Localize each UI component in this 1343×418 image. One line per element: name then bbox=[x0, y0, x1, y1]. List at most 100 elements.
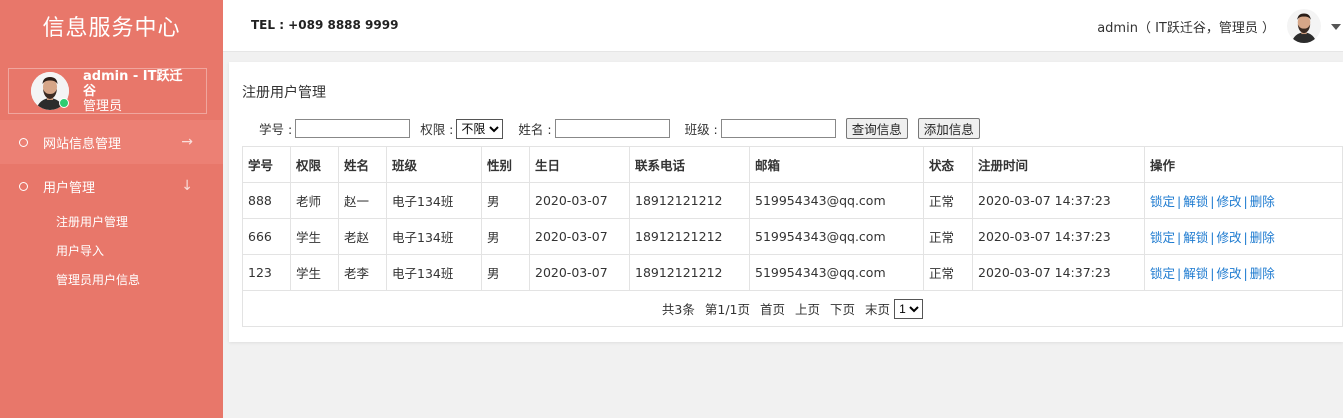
action-separator: | bbox=[1210, 194, 1215, 209]
action-separator: | bbox=[1243, 266, 1248, 281]
sidebar-menu: 网站信息管理 → 用户管理 ↓ 注册用户管理 用户导入 管理员用户信息 bbox=[0, 120, 223, 295]
edit-link[interactable]: 修改 bbox=[1216, 230, 1241, 245]
lock-link[interactable]: 锁定 bbox=[1150, 266, 1175, 281]
column-header: 性别 bbox=[481, 146, 530, 183]
delete-link[interactable]: 删除 bbox=[1250, 194, 1275, 209]
delete-link[interactable]: 删除 bbox=[1250, 266, 1275, 281]
topbar-user-name[interactable]: admin（ IT跃迁谷，管理员 ） bbox=[1097, 17, 1275, 36]
circle-icon bbox=[19, 137, 28, 147]
cell-student-id: 123 bbox=[242, 254, 291, 291]
sidebar-user-name-text: admin - IT跃迁谷 bbox=[83, 68, 183, 99]
unlock-link[interactable]: 解锁 bbox=[1183, 266, 1208, 281]
cell-class: 电子134班 bbox=[386, 182, 482, 219]
cell-birthday: 2020-03-07 bbox=[529, 182, 630, 219]
table-header-row: 学号 权限 姓名 班级 性别 生日 联系电话 邮箱 状态 注册时间 操作 bbox=[242, 146, 1343, 183]
page-title: 注册用户管理 bbox=[242, 85, 326, 101]
sidebar-item-user-management[interactable]: 用户管理 ↓ bbox=[0, 164, 223, 208]
unlock-link[interactable]: 解锁 bbox=[1183, 230, 1208, 245]
sidebar-item-label: 用户管理 bbox=[43, 180, 96, 196]
student-id-label: 学号 : bbox=[259, 122, 293, 137]
submenu-item-registered-users[interactable]: 注册用户管理 bbox=[0, 208, 223, 237]
cell-status: 正常 bbox=[923, 218, 973, 255]
column-header: 联系电话 bbox=[629, 146, 750, 183]
main-panel: 注册用户管理 学号 : 权限 : 不限 姓名 : 班级 : 查询信息 添加信息 … bbox=[229, 62, 1343, 342]
cell-status: 正常 bbox=[923, 182, 973, 219]
sidebar-user-card[interactable]: admin - IT跃迁谷 管理员 bbox=[8, 68, 207, 114]
cell-name: 赵一 bbox=[338, 182, 387, 219]
cell-name: 老赵 bbox=[338, 218, 387, 255]
pager-first-link[interactable]: 首页 bbox=[760, 299, 785, 318]
role-select[interactable]: 不限 bbox=[456, 118, 504, 139]
arrow-right-icon: → bbox=[181, 134, 193, 150]
cell-gender: 男 bbox=[481, 254, 530, 291]
column-header: 注册时间 bbox=[972, 146, 1145, 183]
cell-class: 电子134班 bbox=[386, 254, 482, 291]
lock-link[interactable]: 锁定 bbox=[1150, 194, 1175, 209]
action-separator: | bbox=[1210, 266, 1215, 281]
cell-name: 老李 bbox=[338, 254, 387, 291]
search-button[interactable]: 查询信息 bbox=[845, 118, 908, 139]
cell-class: 电子134班 bbox=[386, 218, 482, 255]
cell-email: 519954343@qq.com bbox=[749, 182, 924, 219]
unlock-link[interactable]: 解锁 bbox=[1183, 194, 1208, 209]
delete-link[interactable]: 删除 bbox=[1250, 230, 1275, 245]
online-status-dot bbox=[59, 98, 69, 108]
cell-role: 学生 bbox=[290, 254, 339, 291]
sidebar-item-site-info[interactable]: 网站信息管理 → bbox=[0, 120, 223, 164]
cell-register-time: 2020-03-07 14:37:23 bbox=[972, 254, 1145, 291]
sidebar-item-label: 网站信息管理 bbox=[43, 136, 122, 152]
cell-actions: 锁定 | 解锁 | 修改 | 删除 bbox=[1144, 182, 1343, 219]
column-header: 邮箱 bbox=[749, 146, 924, 183]
cell-gender: 男 bbox=[481, 218, 530, 255]
pager-prev-link[interactable]: 上页 bbox=[795, 299, 820, 318]
column-header: 状态 bbox=[923, 146, 973, 183]
submenu-item-user-import[interactable]: 用户导入 bbox=[0, 237, 223, 266]
pager-total: 共3条 bbox=[661, 302, 695, 317]
table-row: 123 学生 老李 电子134班 男 2020-03-07 1891212121… bbox=[242, 254, 1343, 291]
brand-title: 信息服务中心 bbox=[42, 16, 181, 41]
column-header: 姓名 bbox=[338, 146, 387, 183]
cell-register-time: 2020-03-07 14:37:23 bbox=[972, 182, 1145, 219]
pager-next-link[interactable]: 下页 bbox=[830, 299, 855, 318]
column-header: 学号 bbox=[242, 146, 291, 183]
cell-email: 519954343@qq.com bbox=[749, 218, 924, 255]
topbar: TEL : +089 8888 9999 admin（ IT跃迁谷，管理员 ） bbox=[223, 0, 1343, 52]
edit-link[interactable]: 修改 bbox=[1216, 194, 1241, 209]
column-header: 生日 bbox=[529, 146, 630, 183]
topbar-avatar[interactable] bbox=[1287, 9, 1321, 43]
submenu-item-admin-info[interactable]: 管理员用户信息 bbox=[0, 266, 223, 295]
edit-link[interactable]: 修改 bbox=[1216, 266, 1241, 281]
cell-birthday: 2020-03-07 bbox=[529, 218, 630, 255]
lock-link[interactable]: 锁定 bbox=[1150, 230, 1175, 245]
action-separator: | bbox=[1243, 194, 1248, 209]
cell-phone: 18912121212 bbox=[629, 182, 750, 219]
action-separator: | bbox=[1243, 230, 1248, 245]
cell-actions: 锁定 | 解锁 | 修改 | 删除 bbox=[1144, 218, 1343, 255]
action-separator: | bbox=[1177, 194, 1182, 209]
page-select[interactable]: 1 bbox=[894, 298, 924, 319]
telephone-text: TEL : +089 8888 9999 bbox=[251, 18, 399, 32]
class-input[interactable] bbox=[720, 119, 836, 138]
cell-student-id: 666 bbox=[242, 218, 291, 255]
cell-gender: 男 bbox=[481, 182, 530, 219]
cell-role: 学生 bbox=[290, 218, 339, 255]
caret-down-icon[interactable] bbox=[1331, 24, 1341, 30]
pager-last-link[interactable]: 末页 bbox=[865, 299, 890, 318]
cell-birthday: 2020-03-07 bbox=[529, 254, 630, 291]
student-id-input[interactable] bbox=[295, 119, 411, 138]
action-separator: | bbox=[1177, 266, 1182, 281]
cell-status: 正常 bbox=[923, 254, 973, 291]
action-separator: | bbox=[1177, 230, 1182, 245]
pager-page-info: 第1/1页 bbox=[704, 302, 750, 317]
cell-email: 519954343@qq.com bbox=[749, 254, 924, 291]
pagination: 共3条 第1/1页 首页 上页 下页 末页 1 bbox=[661, 298, 924, 319]
sidebar-user-role: 管理员 bbox=[83, 98, 123, 114]
sidebar-user-name: admin - IT跃迁谷 管理员 bbox=[83, 69, 193, 114]
column-header: 班级 bbox=[386, 146, 482, 183]
sidebar: 信息服务中心 admin - IT跃迁谷 管理员 网站信息管理 → 用户管理 ↓… bbox=[0, 0, 223, 418]
name-label: 姓名 : bbox=[518, 122, 552, 137]
filter-bar: 学号 : 权限 : 不限 姓名 : 班级 : 查询信息 添加信息 bbox=[259, 118, 990, 139]
name-input[interactable] bbox=[554, 119, 670, 138]
sidebar-submenu: 注册用户管理 用户导入 管理员用户信息 bbox=[0, 208, 223, 295]
add-button[interactable]: 添加信息 bbox=[917, 118, 980, 139]
